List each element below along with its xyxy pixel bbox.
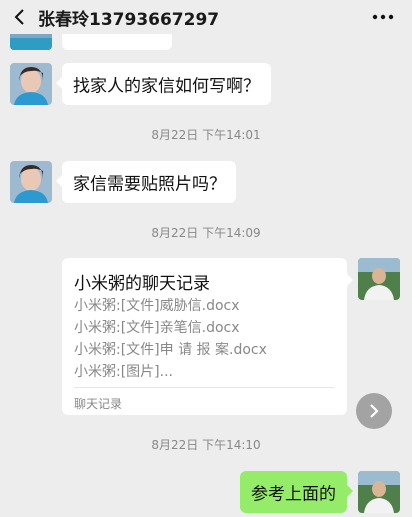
chat-record-footer: 聊天记录 [74,397,123,411]
message-bubble-self[interactable]: 参考上面的 [240,471,353,513]
message-bubble[interactable]: 找家人的家信如何写啊？ [56,63,271,105]
contact-avatar[interactable] [10,161,52,203]
timestamp: 8月22日 下午14:01 [151,128,261,142]
chat-header: 张春玲13793667297 [0,0,412,34]
chat-record-card[interactable]: 小米粥的聊天记录 小米粥:[文件]威胁信.docx 小米粥:[文件]亲笔信.do… [62,258,353,415]
chat-record-title: 小米粥的聊天记录 [74,274,210,294]
chat-record-line: 小米粥:[文件]亲笔信.docx [74,320,240,336]
message-text: 家信需要贴照片吗？ [73,174,226,195]
chat-title: 张春玲13793667297 [38,10,220,30]
message-text: 参考上面的 [251,484,336,505]
bubble-tail [56,175,62,187]
contact-avatar[interactable] [10,63,52,105]
chat-record-line: 小米粥:[文件]威胁信.docx [74,298,240,314]
divider [74,387,335,388]
forward-arrow-icon [370,404,379,418]
chevron-left-icon[interactable] [10,7,30,27]
chat-record-line: 小米粥:[图片]... [74,364,173,380]
self-avatar[interactable] [358,471,400,513]
timestamp: 8月22日 下午14:09 [151,226,261,240]
self-avatar[interactable] [358,258,400,300]
chat-record-line: 小米粥:[文件]申 请 报 案.docx [74,342,267,358]
bubble-tail [347,485,353,497]
bubble-tail [56,77,62,89]
forward-button[interactable] [356,393,392,429]
bubble-tail [347,274,353,286]
message-text: 找家人的家信如何写啊？ [73,76,260,97]
message-bubble[interactable]: 家信需要贴照片吗？ [56,161,236,203]
more-dots-icon[interactable] [372,12,394,22]
timestamp: 8月22日 下午14:10 [151,438,261,452]
